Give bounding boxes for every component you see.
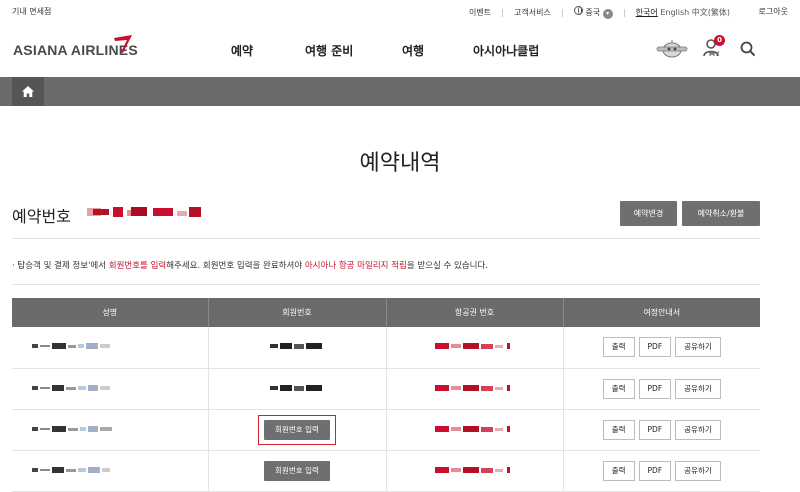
logout-link[interactable]: 로그아웃	[759, 6, 788, 17]
print-button[interactable]: 출력	[602, 337, 635, 358]
notice-part: 탑승객 및 결제 정보'에서	[17, 261, 109, 271]
utility-bar: 기내 면세점 이벤트 고객서비스 중국 ▾ 한국어 English 中文(繁体)…	[0, 0, 800, 22]
breadcrumb-bar	[0, 77, 800, 106]
my-label: MY	[709, 51, 720, 58]
reservation-number-label: 예약번호	[12, 207, 71, 226]
member-number-masked	[270, 343, 322, 350]
col-ticket-number: 항공권 번호	[386, 298, 564, 327]
share-button[interactable]: 공유하기	[675, 419, 721, 440]
events-link[interactable]: 이벤트	[469, 7, 491, 18]
ticket-number-masked	[434, 384, 510, 391]
logo-swoosh-icon	[114, 35, 132, 53]
chatbot-icon[interactable]	[656, 39, 688, 59]
lang-english[interactable]: English	[660, 8, 689, 17]
divider	[561, 8, 563, 17]
member-input-highlight: 회원번호 입력	[258, 414, 336, 445]
notice-highlight-member: 회원번호를 입력	[108, 261, 167, 271]
divider	[12, 284, 760, 285]
nav-asiana-club[interactable]: 아시아나클럽	[473, 42, 539, 59]
notice-bullet: ·	[12, 261, 15, 271]
page-title: 예약내역	[359, 151, 441, 176]
notification-badge: 0	[714, 35, 725, 46]
share-button[interactable]: 공유하기	[675, 337, 721, 358]
duty-free-link[interactable]: 기내 면세점	[12, 6, 51, 17]
divider	[502, 8, 504, 17]
nav-travel[interactable]: 여행	[402, 42, 424, 59]
main-header: ASIANA AIRLINES 예약 여행 준비 여행 아시아나클럽 0 MY	[0, 22, 800, 78]
share-button[interactable]: 공유하기	[675, 378, 721, 399]
search-icon[interactable]	[740, 41, 756, 57]
print-button[interactable]: 출력	[602, 419, 635, 440]
notice-highlight-mileage: 아시아나 항공 마일리지 적립	[304, 261, 407, 271]
pdf-button[interactable]: PDF	[638, 337, 672, 358]
reservation-number-masked	[87, 207, 201, 217]
lang-korean[interactable]: 한국어	[636, 7, 658, 18]
divider	[623, 8, 625, 17]
col-name: 성명	[12, 298, 209, 327]
passenger-name-masked	[32, 384, 110, 391]
notice-part: 해주세요. 회원번호 입력을 완료하셔야	[166, 261, 305, 271]
ticket-number-masked	[434, 343, 510, 350]
change-reservation-button[interactable]: 예약변경	[620, 201, 677, 226]
customer-service-link[interactable]: 고객서비스	[514, 7, 551, 18]
passenger-name-masked	[32, 343, 110, 350]
table-row: 회원번호 입력 출력 PDF 공유하기	[12, 409, 760, 451]
my-page-button[interactable]: 0 MY	[703, 35, 725, 60]
table-row: 출력 PDF 공유하기	[12, 327, 760, 369]
col-itinerary: 여정안내서	[563, 298, 760, 327]
lang-chinese[interactable]: 中文(繁体)	[692, 7, 730, 18]
notice-text: · 탑승객 및 결제 정보'에서 회원번호를 입력해주세요. 회원번호 입력을 …	[12, 259, 488, 271]
pdf-button[interactable]: PDF	[638, 378, 672, 399]
nav-reservation[interactable]: 예약	[231, 42, 253, 59]
pdf-button[interactable]: PDF	[638, 419, 672, 440]
passenger-name-masked	[32, 466, 110, 473]
table-row: 출력 PDF 공유하기	[12, 368, 760, 410]
passenger-name-masked	[32, 425, 112, 432]
globe-icon	[573, 6, 583, 15]
ticket-number-masked	[434, 425, 510, 432]
home-icon	[22, 86, 34, 97]
language-selector: 한국어 English 中文(繁体)	[636, 7, 730, 18]
col-member-number: 회원번호	[208, 298, 387, 327]
table-header-row: 성명 회원번호 항공권 번호 여정안내서	[12, 298, 760, 327]
ticket-number-masked	[434, 466, 510, 473]
passenger-table: 성명 회원번호 항공권 번호 여정안내서 출력 PDF 공유하기 출력 PDF 공유하기	[12, 298, 760, 492]
pdf-button[interactable]: PDF	[638, 460, 672, 481]
nav-travel-prep[interactable]: 여행 준비	[305, 42, 353, 59]
cancel-refund-button[interactable]: 예약취소/환불	[682, 201, 760, 226]
print-button[interactable]: 출력	[602, 378, 635, 399]
divider	[12, 238, 760, 239]
print-button[interactable]: 출력	[602, 460, 635, 481]
enter-member-number-button[interactable]: 회원번호 입력	[264, 460, 330, 481]
notice-part: 을 받으실 수 있습니다.	[406, 261, 489, 271]
table-row: 회원번호 입력 출력 PDF 공유하기	[12, 450, 760, 492]
home-button[interactable]	[12, 77, 44, 106]
enter-member-number-button[interactable]: 회원번호 입력	[264, 419, 330, 440]
region-selector[interactable]: 중국 ▾	[573, 6, 613, 19]
region-label: 중국	[585, 8, 601, 17]
chevron-down-icon: ▾	[602, 9, 613, 19]
share-button[interactable]: 공유하기	[675, 460, 721, 481]
member-number-masked	[270, 384, 322, 391]
